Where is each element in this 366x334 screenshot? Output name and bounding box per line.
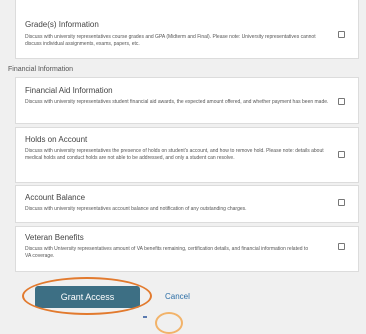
grades-checkbox[interactable] <box>338 31 345 38</box>
permission-description: Discuss with university representatives … <box>25 148 324 162</box>
permission-card-financial-aid: Financial Aid Information Discuss with u… <box>15 77 359 124</box>
veteran-benefits-checkbox[interactable] <box>338 243 345 250</box>
permission-title: Holds on Account <box>25 135 88 144</box>
permission-description: Discuss with university representatives … <box>25 206 247 212</box>
permission-card-holds: Holds on Account Discuss with university… <box>15 127 359 183</box>
permission-card-account-balance: Account Balance Discuss with university … <box>15 185 359 223</box>
footer-mark <box>143 316 147 318</box>
holds-checkbox[interactable] <box>338 151 345 158</box>
permission-title: Financial Aid Information <box>25 86 113 95</box>
permission-description: Discuss with University representatives … <box>25 246 309 260</box>
account-balance-checkbox[interactable] <box>338 199 345 206</box>
permission-card-veteran-benefits: Veteran Benefits Discuss with University… <box>15 226 359 272</box>
financial-aid-checkbox[interactable] <box>338 98 345 105</box>
highlight-annotation-ring <box>155 312 183 334</box>
permission-description: Discuss with university representatives … <box>25 34 316 48</box>
permission-title: Veteran Benefits <box>25 233 84 242</box>
permission-card-grades: Grade(s) Information Discuss with univer… <box>15 0 359 59</box>
grant-access-button[interactable]: Grant Access <box>35 286 140 308</box>
permission-description: Discuss with university representatives … <box>25 99 329 105</box>
permission-title: Grade(s) Information <box>25 20 99 29</box>
section-label-financial: Financial Information <box>8 66 73 73</box>
cancel-link[interactable]: Cancel <box>165 292 190 301</box>
permission-title: Account Balance <box>25 193 86 202</box>
